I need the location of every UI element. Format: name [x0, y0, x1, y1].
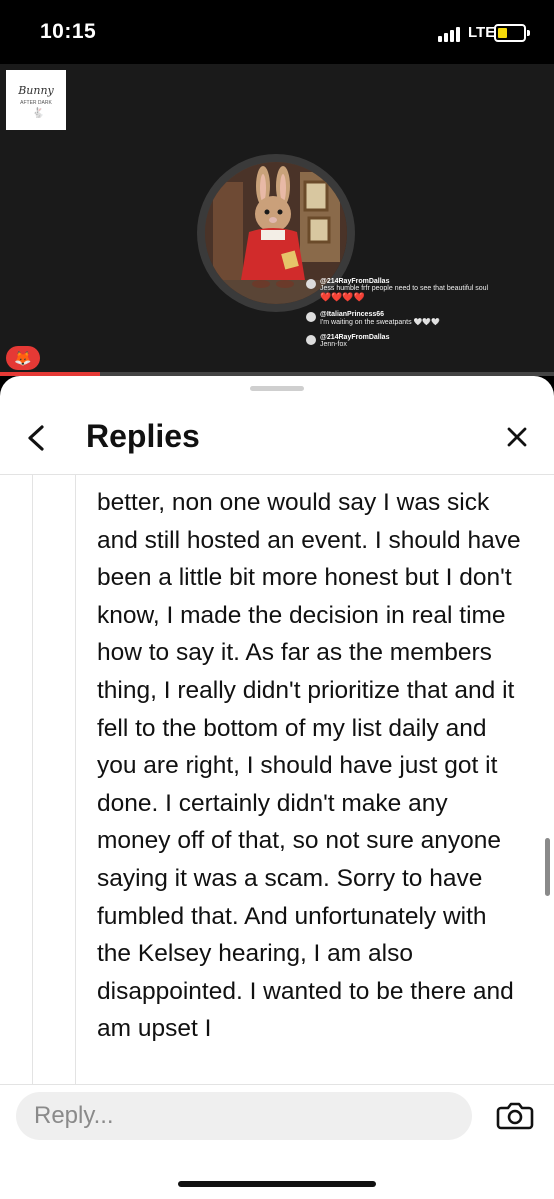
page-title: Replies: [86, 418, 200, 454]
chat-text: Jess humble frfr people need to see that…: [320, 285, 489, 292]
fox-icon[interactable]: 🦊: [6, 346, 40, 370]
network-label: LTE: [468, 24, 496, 41]
camera-icon: [496, 1102, 534, 1130]
live-chat: @214RayFromDallas Jess humble frfr peopl…: [306, 278, 546, 356]
thread-line: [32, 475, 33, 1085]
chat-text: I'm waiting on the sweatpants 🤍🤍🤍: [320, 319, 440, 326]
stream-logo: Bunny AFTER DARK 🐇: [6, 70, 66, 130]
reply-body-text: better, non one would say I was sick and…: [97, 489, 521, 1043]
home-indicator: [178, 1181, 376, 1187]
close-button[interactable]: [500, 420, 534, 454]
back-button[interactable]: [22, 416, 52, 460]
status-bar: 10:15 LTE: [0, 0, 554, 64]
back-chevron-icon: [28, 425, 44, 451]
chat-username: @ItalianPrincess66: [320, 311, 385, 318]
replies-sheet: Replies better, non one would say I was …: [0, 376, 554, 1199]
battery-icon: [494, 24, 526, 42]
chat-message: @214RayFromDallas Jess humble frfr peopl…: [306, 278, 546, 303]
chat-message: @ItalianPrincess66 I'm waiting on the sw…: [306, 311, 546, 326]
reply-input[interactable]: [16, 1092, 472, 1140]
signal-icon: [438, 24, 464, 42]
composer-divider: [0, 1084, 554, 1085]
close-icon: [507, 427, 527, 447]
bunny-icon: 🐇: [32, 108, 45, 119]
chat-message: @214RayFromDallas Jenn-fox: [306, 334, 546, 348]
camera-button[interactable]: [494, 1094, 536, 1136]
thread-line: [75, 475, 76, 1085]
chat-text: Jenn-fox: [320, 341, 347, 348]
live-video[interactable]: Bunny AFTER DARK 🐇 @214RayFromDallas Jes…: [0, 64, 554, 376]
logo-text: Bunny: [18, 84, 54, 97]
chat-avatar: [306, 279, 316, 289]
scrollbar[interactable]: [545, 838, 550, 896]
chat-hearts: ❤️❤️❤️❤️: [320, 292, 365, 302]
sheet-grabber[interactable]: [250, 386, 304, 391]
chat-avatar: [306, 312, 316, 322]
logo-subtext: AFTER DARK: [20, 100, 52, 106]
chat-username: @214RayFromDallas: [320, 278, 390, 285]
header-divider: [0, 474, 554, 475]
status-time: 10:15: [40, 20, 97, 43]
chat-username: @214RayFromDallas: [320, 334, 390, 341]
chat-avatar: [306, 335, 316, 345]
